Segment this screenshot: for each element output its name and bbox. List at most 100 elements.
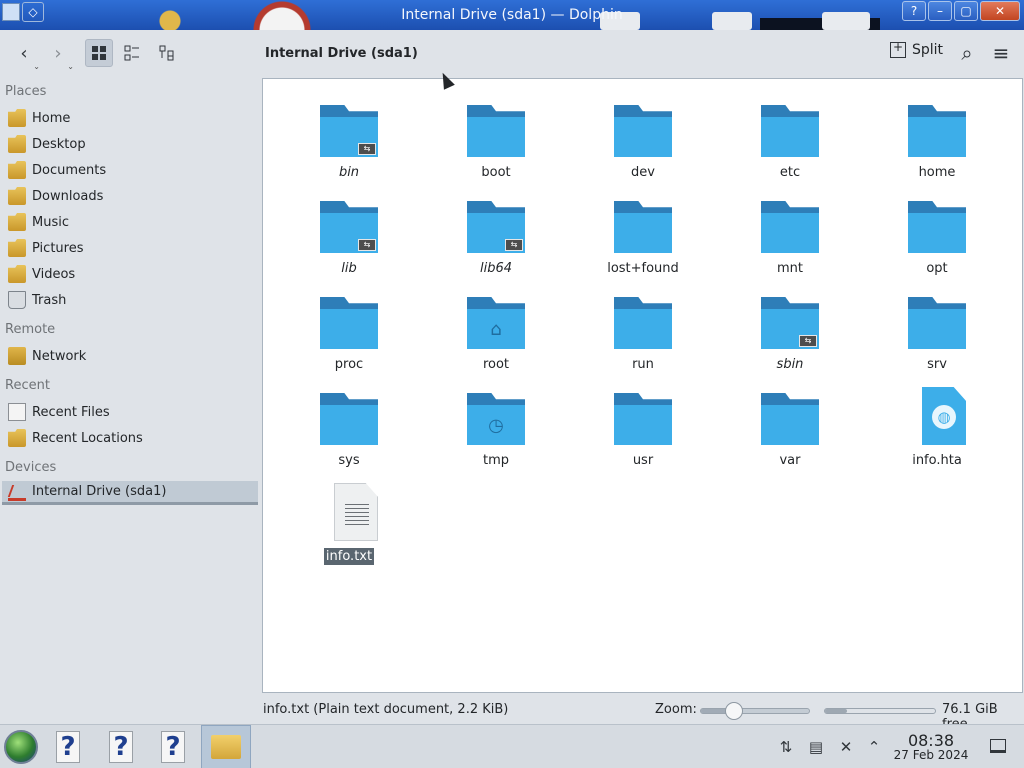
place-label: Music [32, 214, 69, 230]
network-tray-icon[interactable]: ⇅ [776, 737, 796, 757]
place-pictures[interactable]: Pictures [2, 236, 258, 260]
place-recent-locations[interactable]: Recent Locations [2, 426, 258, 450]
maximize-button[interactable]: ▢ [954, 1, 978, 21]
start-menu-button[interactable] [4, 730, 38, 764]
downloads-folder-icon [8, 187, 26, 205]
minimize-button[interactable]: – [928, 1, 952, 21]
place-label: Documents [32, 162, 107, 178]
help-button[interactable]: ? [902, 1, 926, 21]
file-item[interactable]: ⇆ bin [289, 89, 409, 180]
split-button[interactable]: Split [890, 40, 944, 58]
taskbar-app-help-3[interactable]: ? [155, 729, 191, 765]
place-videos[interactable]: Videos [2, 262, 258, 286]
file-item[interactable]: info.txt [289, 473, 409, 565]
place-label: Recent Files [32, 404, 110, 420]
split-label: Split [912, 42, 944, 58]
clock-date[interactable]: 27 Feb 2024 [890, 748, 972, 762]
file-item[interactable]: dev [583, 89, 703, 180]
file-item[interactable]: usr [583, 377, 703, 468]
symlink-emblem-icon: ⇆ [799, 335, 817, 347]
file-item[interactable]: home [877, 89, 997, 180]
clipboard-tray-icon[interactable]: ▤ [806, 737, 826, 757]
place-label: Trash [32, 292, 67, 308]
file-name-label: etc [779, 165, 801, 180]
place-label: Pictures [32, 240, 84, 256]
forward-button[interactable]: › ⌄ [44, 39, 74, 72]
file-name-label: info.hta [912, 453, 962, 468]
status-bar: info.txt (Plain text document, 2.2 KiB) … [0, 698, 1024, 732]
arrow-right-icon: › [54, 42, 62, 64]
place-internal-drive[interactable]: Internal Drive (sda1) [2, 481, 258, 505]
icons-view-button[interactable] [85, 39, 113, 67]
file-item[interactable]: opt [877, 185, 997, 276]
folder-icon: ⇆ [320, 201, 378, 253]
file-view[interactable]: ⇆ bin boot dev etc home ⇆ lib ⇆ lib64 lost+found mn… [262, 78, 1023, 693]
symlink-emblem-icon: ⇆ [505, 239, 523, 251]
file-item[interactable]: ⌂ root [436, 281, 556, 372]
place-network[interactable]: Network [2, 344, 258, 368]
home-emblem-icon: ⌂ [490, 318, 502, 340]
file-item[interactable]: mnt [730, 185, 850, 276]
help-glyph: ? [113, 732, 129, 762]
file-item[interactable]: proc [289, 281, 409, 372]
file-item[interactable]: sys [289, 377, 409, 468]
search-button[interactable]: ⌕ [953, 39, 981, 67]
file-item[interactable]: srv [877, 281, 997, 372]
close-button[interactable]: ✕ [980, 1, 1020, 21]
html-file-icon: ◍ [922, 387, 966, 445]
place-recent-files[interactable]: Recent Files [2, 400, 258, 424]
place-trash[interactable]: Trash [2, 288, 258, 312]
menu-button[interactable]: ≡ [987, 39, 1015, 67]
place-label: Internal Drive (sda1) [32, 484, 167, 499]
folder-icon [761, 393, 819, 445]
folder-icon [614, 201, 672, 253]
folder-icon [761, 105, 819, 157]
folder-icon [908, 105, 966, 157]
file-name-label: mnt [777, 261, 803, 276]
file-name-label: lost+found [607, 261, 679, 276]
place-label: Home [32, 110, 71, 126]
file-item[interactable]: run [583, 281, 703, 372]
file-item[interactable]: var [730, 377, 850, 468]
zoom-slider[interactable] [700, 702, 810, 720]
toolbar: ‹ ⌄ › ⌄ Internal Drive (sda1) Split ⌕ ≡ [0, 30, 1024, 78]
file-item[interactable]: ⇆ lib64 [436, 185, 556, 276]
file-item[interactable]: etc [730, 89, 850, 180]
window-controls: ? – ▢ ✕ [902, 1, 1020, 21]
folder-icon [761, 201, 819, 253]
file-item[interactable]: lost+found [583, 185, 703, 276]
file-name-label: usr [632, 453, 654, 468]
place-downloads[interactable]: Downloads [2, 184, 258, 208]
recent-files-icon [8, 403, 26, 421]
details-view-button[interactable] [153, 39, 181, 67]
compact-view-button[interactable] [118, 39, 146, 67]
back-button[interactable]: ‹ ⌄ [10, 39, 40, 72]
zoom-slider-handle[interactable] [725, 702, 743, 720]
place-label: Downloads [32, 188, 104, 204]
hamburger-menu-icon: ≡ [992, 41, 1010, 65]
taskbar-app-dolphin[interactable] [201, 725, 251, 768]
file-item[interactable]: ⇆ lib [289, 185, 409, 276]
grid-view-icon [92, 46, 106, 60]
file-item[interactable]: boot [436, 89, 556, 180]
place-music[interactable]: Music [2, 210, 258, 234]
volume-muted-icon[interactable]: ✕ [836, 737, 856, 757]
taskbar-app-help-2[interactable]: ? [103, 729, 139, 765]
file-name-label: root [482, 357, 510, 372]
location-breadcrumb[interactable]: Internal Drive (sda1) [265, 46, 418, 61]
title-bar: ◇ Internal Drive (sda1) — Dolphin ? – ▢ … [0, 0, 1024, 30]
show-desktop-icon[interactable] [990, 739, 1006, 753]
place-home[interactable]: Home [2, 106, 258, 130]
folder-icon [614, 393, 672, 445]
file-item[interactable]: ⇆ sbin [730, 281, 850, 372]
place-documents[interactable]: Documents [2, 158, 258, 182]
chevron-up-icon[interactable]: ⌃ [864, 737, 884, 757]
file-name-label: home [918, 165, 956, 180]
file-name-label: run [632, 357, 654, 372]
file-item[interactable]: ◷ tmp [436, 377, 556, 468]
clock-emblem-icon: ◷ [488, 414, 504, 436]
place-desktop[interactable]: Desktop [2, 132, 258, 156]
file-item[interactable]: ◍ info.hta [877, 377, 997, 468]
taskbar-app-help-1[interactable]: ? [50, 729, 86, 765]
chevron-down-icon: ⌄ [33, 62, 40, 71]
